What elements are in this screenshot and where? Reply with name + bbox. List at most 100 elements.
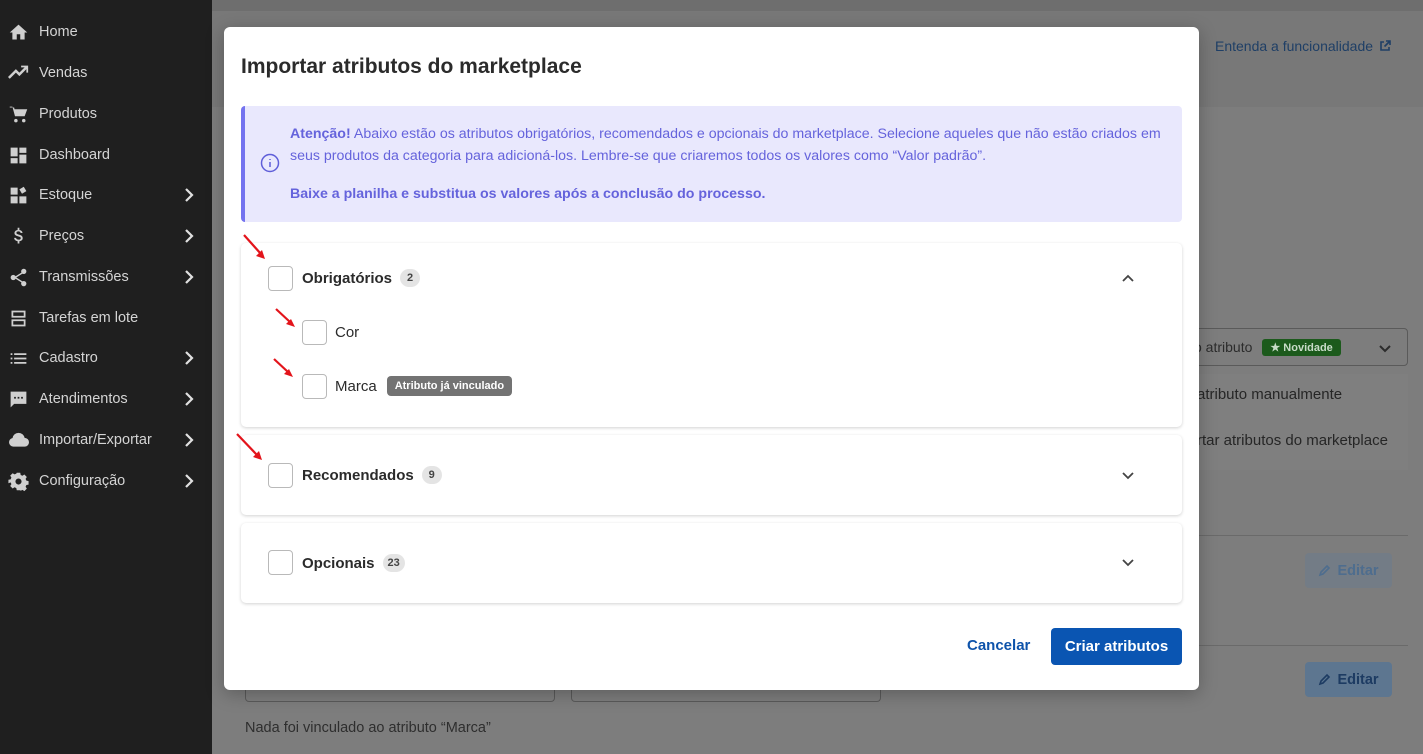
section-label: Opcionais xyxy=(302,554,375,572)
menu-item-import[interactable]: rtar atributos do marketplace xyxy=(1197,432,1388,449)
sidebar-item-label: Importar/Exportar xyxy=(39,432,152,448)
sidebar-item-label: Transmissões xyxy=(39,269,129,285)
sidebar-item-label: Cadastro xyxy=(39,350,98,366)
modal-title: Importar atributos do marketplace xyxy=(241,55,582,78)
sidebar-item-label: Atendimentos xyxy=(39,391,128,407)
sidebar-item-label: Home xyxy=(39,24,78,40)
share-icon xyxy=(7,266,29,288)
help-link[interactable]: Entenda a funcionalidade xyxy=(1215,38,1391,54)
optional-checkbox[interactable] xyxy=(268,550,293,575)
external-link-icon xyxy=(1380,40,1391,51)
dashboard-icon xyxy=(7,144,29,166)
chevron-up-icon[interactable] xyxy=(1120,271,1136,287)
annotation-arrow-icon xyxy=(271,356,301,386)
annotation-arrow-icon xyxy=(234,431,264,461)
attention-alert: Atenção! Abaixo estão os atributos obrig… xyxy=(241,106,1182,222)
sidebar-item-estoque[interactable]: Estoque xyxy=(0,175,212,215)
chevron-right-icon xyxy=(180,227,198,245)
cor-checkbox[interactable] xyxy=(302,320,327,345)
sidebar-item-atendimentos[interactable]: Atendimentos xyxy=(0,379,212,419)
linked-badge: Atributo já vinculado xyxy=(386,376,513,396)
sidebar-item-transmissoes[interactable]: Transmissões xyxy=(0,257,212,297)
edit-label: Editar xyxy=(1337,671,1379,688)
sidebar-item-label: Preços xyxy=(39,228,85,244)
chevron-down-icon[interactable] xyxy=(1120,467,1136,483)
sidebar-item-vendas[interactable]: Vendas xyxy=(0,53,212,93)
sidebar-item-label: Tarefas em lote xyxy=(39,310,139,326)
count-badge: 23 xyxy=(382,554,405,572)
sidebar-item-cadastro[interactable]: Cadastro xyxy=(0,338,212,378)
cloud-icon xyxy=(7,429,29,451)
sidebar-item-precos[interactable]: Preços xyxy=(0,216,212,256)
background-topbar xyxy=(0,0,1423,11)
sidebar-item-importar-exportar[interactable]: Importar/Exportar xyxy=(0,420,212,460)
sidebar-item-tarefas-em-lote[interactable]: Tarefas em lote xyxy=(0,298,212,338)
required-checkbox[interactable] xyxy=(268,266,293,291)
attribute-label: Cor xyxy=(335,324,360,341)
dollar-icon xyxy=(7,225,29,247)
section-recommended: Recomendados 9 xyxy=(241,435,1182,515)
count-badge: 2 xyxy=(400,269,421,287)
sidebar-item-label: Configuração xyxy=(39,473,126,489)
new-badge: ★ Novidade xyxy=(1262,338,1341,356)
section-label: Recomendados xyxy=(302,466,414,484)
stock-icon xyxy=(7,184,29,206)
sidebar-item-produtos[interactable]: Produtos xyxy=(0,94,212,134)
annotation-arrow-icon xyxy=(241,232,271,262)
alert-lead: Atenção! xyxy=(290,126,351,142)
chevron-down-icon[interactable] xyxy=(1120,554,1136,570)
chevron-right-icon xyxy=(180,349,198,367)
trending-up-icon xyxy=(7,62,29,84)
menu-item-manual[interactable]: atributo manualmente xyxy=(1197,386,1342,403)
attribute-item-marca: Marca Atributo já vinculado xyxy=(335,376,513,396)
pencil-icon xyxy=(1319,564,1331,577)
info-icon xyxy=(260,153,280,173)
sidebar-item-label: Produtos xyxy=(39,106,98,122)
edit-button-disabled[interactable]: Editar xyxy=(1305,553,1392,588)
annotation-arrow-icon xyxy=(273,306,303,336)
background-note: Nada foi vinculado ao atributo “Marca” xyxy=(245,720,491,736)
section-required-header[interactable]: Obrigatórios 2 xyxy=(302,269,421,287)
sidebar-item-dashboard[interactable]: Dashboard xyxy=(0,135,212,175)
list-icon xyxy=(7,347,29,369)
section-optional-header[interactable]: Opcionais 23 xyxy=(302,554,405,572)
recommended-checkbox[interactable] xyxy=(268,463,293,488)
alert-body: Abaixo estão os atributos obrigatórios, … xyxy=(290,126,1161,164)
chat-icon xyxy=(7,388,29,410)
section-optional: Opcionais 23 xyxy=(241,523,1182,603)
gear-icon xyxy=(7,470,29,492)
chevron-down-icon xyxy=(1379,345,1391,353)
section-recommended-header[interactable]: Recomendados 9 xyxy=(302,466,442,484)
background-field xyxy=(571,688,881,702)
sidebar-item-configuracao[interactable]: Configuração xyxy=(0,461,212,501)
add-attribute-dropdown[interactable]: vo atributo ★ Novidade xyxy=(1170,328,1408,366)
background-field xyxy=(245,688,555,702)
sidebar-item-label: Vendas xyxy=(39,65,88,81)
import-attributes-modal: Importar atributos do marketplace Atençã… xyxy=(224,27,1199,690)
count-badge: 9 xyxy=(421,466,442,484)
attribute-label: Marca xyxy=(335,377,377,395)
section-required: Obrigatórios 2 Cor Marca Atributo já vin… xyxy=(241,243,1182,427)
cancel-button[interactable]: Cancelar xyxy=(967,637,1030,654)
pencil-icon xyxy=(1319,673,1331,686)
cart-icon xyxy=(7,103,29,125)
help-link-label: Entenda a funcionalidade xyxy=(1215,38,1374,54)
marca-checkbox[interactable] xyxy=(302,374,327,399)
chevron-right-icon xyxy=(180,268,198,286)
chevron-right-icon xyxy=(180,431,198,449)
background-divider xyxy=(1170,645,1408,646)
batch-icon xyxy=(7,307,29,329)
alert-strong-text: Baixe a planilha e substitua os valores … xyxy=(290,186,766,202)
sidebar-item-label: Dashboard xyxy=(39,147,110,163)
chevron-right-icon xyxy=(180,472,198,490)
dropdown-menu: atributo manualmente rtar atributos do m… xyxy=(1170,374,1408,470)
chevron-right-icon xyxy=(180,390,198,408)
sidebar-item-home[interactable]: Home xyxy=(0,12,212,52)
section-label: Obrigatórios xyxy=(302,269,393,287)
create-attributes-button[interactable]: Criar atributos xyxy=(1051,628,1182,665)
chevron-right-icon xyxy=(180,186,198,204)
background-divider xyxy=(1170,535,1408,536)
edit-button[interactable]: Editar xyxy=(1305,662,1392,697)
sidebar-item-label: Estoque xyxy=(39,187,93,203)
attribute-item-cor: Cor xyxy=(335,324,359,341)
